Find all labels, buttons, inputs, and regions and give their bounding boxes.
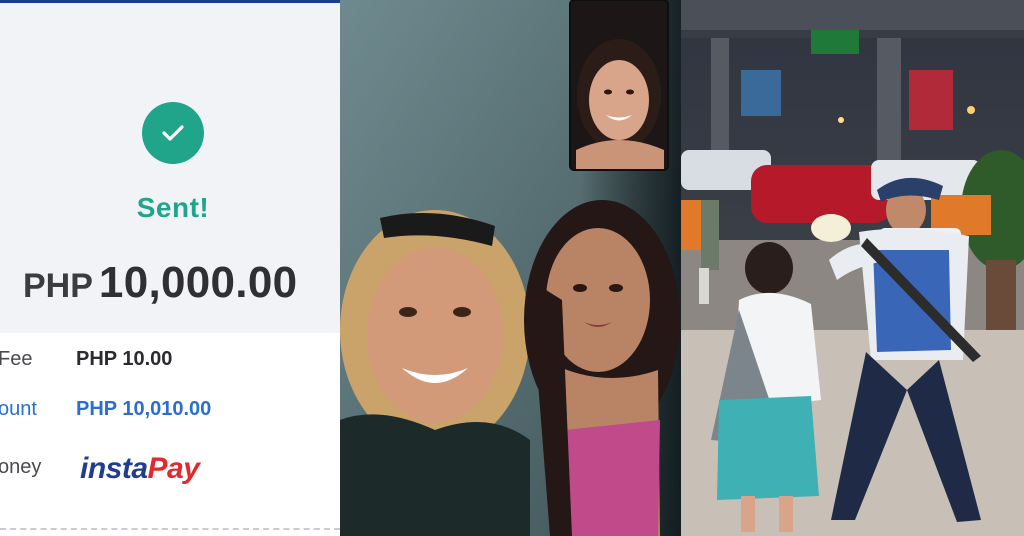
check-icon [142,102,204,164]
total-amount-label: ount [0,398,37,420]
total-amount-value: PHP 10,010.00 [76,398,212,420]
transfer-receipt: Sent! PHP 10,000.00 Fee PHP 10.00 ount PH… [0,0,340,536]
fee-value: PHP 10.00 [76,348,173,370]
street-photo [681,0,1024,536]
source-of-money-label: oney [0,456,42,478]
amount-currency: PHP [23,267,93,305]
receipt-divider [0,528,340,530]
instapay-logo-pay: Pay [147,452,200,485]
amount-value: 10,000.00 [98,258,298,307]
instapay-logo: instaPay [80,452,200,486]
fee-label: Fee [0,348,33,370]
instapay-logo-insta: insta [80,452,148,485]
sent-amount: PHP 10,000.00 [23,258,297,308]
status-title: Sent! [136,192,210,223]
selfie-photo [340,0,681,536]
